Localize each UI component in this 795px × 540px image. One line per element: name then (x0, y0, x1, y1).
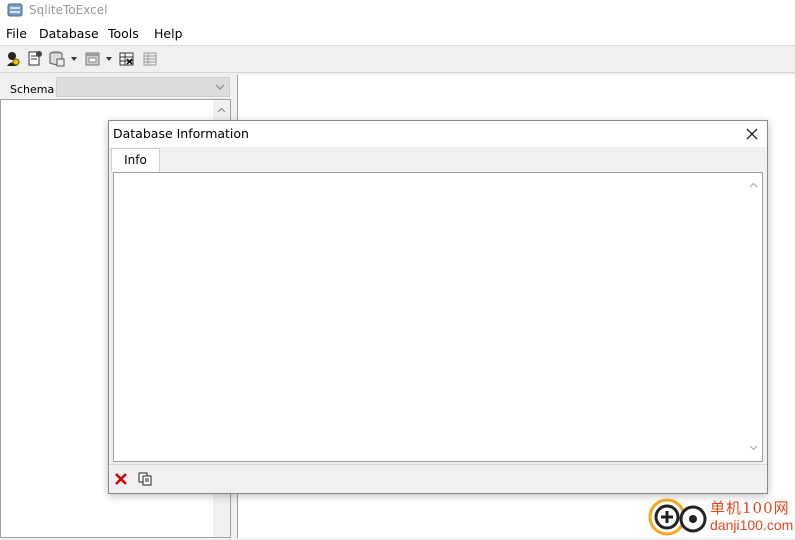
watermark-cn-text: 单机100网 (710, 499, 790, 517)
delete-icon[interactable] (113, 471, 129, 487)
database-dropdown-icon[interactable] (48, 50, 66, 68)
schema-dropdown[interactable] (56, 77, 230, 97)
schema-label: Schema (10, 83, 55, 96)
tab-info[interactable]: Info (111, 148, 160, 172)
menu-bar: File Database Tools Help (0, 22, 795, 46)
menu-database[interactable]: Database (39, 26, 99, 41)
open-database-icon[interactable] (4, 50, 22, 68)
window-dropdown-arrow-icon[interactable] (106, 57, 112, 61)
menu-help[interactable]: Help (154, 26, 183, 41)
toolbar (0, 46, 795, 73)
window-title: SqliteToExcel (29, 3, 108, 17)
dialog-title: Database Information (113, 126, 249, 141)
watermark: 单机100网 danji100.com (644, 494, 795, 538)
dialog-separator (109, 464, 767, 465)
close-icon[interactable] (743, 125, 761, 143)
menu-tools[interactable]: Tools (108, 26, 139, 41)
watermark-url: danji100.com (710, 517, 794, 533)
window-dropdown-icon[interactable] (84, 50, 102, 68)
menu-file[interactable]: File (6, 26, 27, 41)
info-scrollbar[interactable] (745, 173, 762, 461)
database-information-dialog: Database Information Info (108, 120, 768, 494)
app-icon (7, 2, 23, 18)
chevron-down-icon[interactable] (215, 81, 225, 95)
connect-icon[interactable] (26, 50, 44, 68)
database-dropdown-arrow-icon[interactable] (71, 57, 77, 61)
export-icon[interactable] (118, 50, 136, 68)
scroll-up-icon[interactable] (749, 179, 758, 193)
danji-logo-icon (647, 497, 709, 537)
dialog-titlebar[interactable]: Database Information (109, 121, 767, 147)
scroll-up-icon[interactable] (217, 104, 226, 118)
scroll-down-icon[interactable] (749, 441, 758, 455)
grid-icon[interactable] (141, 50, 159, 68)
window-titlebar: SqliteToExcel (0, 0, 795, 22)
copy-icon[interactable] (137, 471, 153, 487)
info-text-area[interactable] (113, 172, 763, 462)
